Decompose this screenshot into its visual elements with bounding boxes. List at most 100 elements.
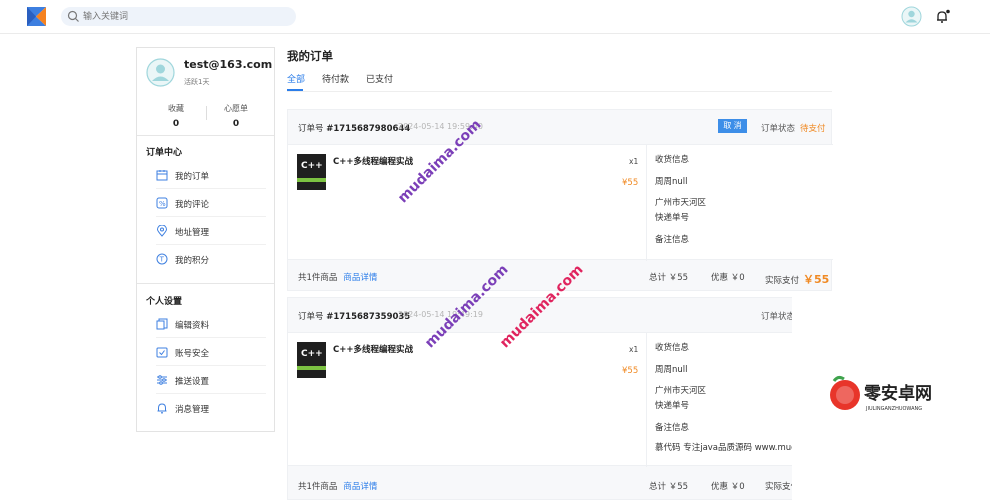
- shield-icon: [156, 347, 168, 358]
- order-center-title: 订单中心: [146, 148, 183, 158]
- recipient-name: 周周null: [655, 365, 688, 375]
- sidebar-item-messages[interactable]: 消息管理: [156, 394, 266, 422]
- order-status-label: 订单状态: [761, 124, 796, 134]
- search-box[interactable]: [61, 7, 296, 26]
- column-divider: [646, 145, 647, 261]
- order-discount: 优惠 ￥0: [711, 273, 745, 283]
- sliders-icon: [157, 375, 167, 385]
- active-tab-indicator: [287, 89, 303, 91]
- page-title: 我的订单: [287, 49, 333, 63]
- location-icon: [156, 225, 168, 237]
- cover-stripe: [297, 178, 326, 182]
- sidebar-item-my-orders[interactable]: 我的订单: [156, 161, 266, 189]
- stat-label: 收藏: [168, 104, 184, 113]
- product-quantity: x1: [629, 345, 639, 354]
- cover-mark: C++: [301, 349, 323, 359]
- item-count: 共1件商品 商品详情: [298, 480, 377, 492]
- stat-favorites[interactable]: 收藏 0: [146, 103, 206, 129]
- points-icon: T: [156, 253, 168, 265]
- tab-all[interactable]: 全部: [287, 72, 305, 85]
- remark-label: 备注信息: [655, 235, 690, 245]
- sidebar-item-label: 我的评论: [175, 200, 210, 210]
- cancel-order-button[interactable]: 取 消: [718, 119, 747, 133]
- notification-bell-icon[interactable]: [935, 9, 950, 24]
- stat-value: 0: [172, 119, 180, 129]
- sidebar-item-my-comments[interactable]: % 我的评论: [156, 189, 266, 217]
- item-count-text: 共1件商品: [298, 482, 338, 492]
- tracking-number-label: 快递单号: [655, 213, 690, 223]
- section-divider: [137, 135, 274, 136]
- item-count-text: 共1件商品: [298, 273, 338, 283]
- shipping-info-title: 收货信息: [655, 343, 690, 353]
- search-input[interactable]: [83, 8, 283, 25]
- profile-avatar-icon: [146, 58, 175, 87]
- user-avatar-icon[interactable]: [901, 6, 922, 27]
- order-body: C++ C++多线程编程实战 x1 ¥55 收货信息 周周null 广州市天河区…: [288, 332, 838, 467]
- calendar-icon: [156, 170, 168, 181]
- sidebar-item-label: 我的积分: [175, 256, 210, 266]
- bell-icon: [157, 403, 167, 414]
- order-number: 订单号 #1715687359035: [298, 310, 410, 322]
- brand-watermark: 零安卓网 JIULINGANZHUOWANG: [826, 373, 951, 421]
- order-card: 订单号 #1715687359035 2024-05-14 19:49:19 订…: [287, 297, 838, 500]
- sidebar-item-label: 地址管理: [175, 228, 210, 238]
- product-quantity: x1: [629, 157, 639, 166]
- user-sidebar: test@163.com 活跃1天 收藏 0 心愿单 0 订单中心 我的订单 %…: [136, 47, 275, 432]
- product-detail-link[interactable]: 商品详情: [343, 273, 377, 283]
- order-body: C++ C++多线程编程实战 x1 ¥55 收货信息 周周null 广州市天河区…: [288, 144, 833, 261]
- product-detail-link[interactable]: 商品详情: [343, 482, 377, 492]
- svg-text:%: %: [159, 200, 166, 208]
- product-price: ¥55: [622, 366, 639, 376]
- order-status-value: 待支付: [800, 124, 826, 134]
- sidebar-item-label: 账号安全: [175, 349, 210, 359]
- product-name[interactable]: C++多线程编程实战: [333, 155, 413, 167]
- cover-mark: C++: [301, 161, 323, 171]
- order-number-label: 订单号: [298, 124, 324, 134]
- actual-payment: 实际支付 ￥55: [765, 271, 829, 287]
- search-icon: [67, 10, 79, 22]
- actual-payment-label: 实际支付: [765, 276, 800, 286]
- brand-logo-icon: [830, 375, 860, 410]
- recipient-name: 周周null: [655, 177, 688, 187]
- product-thumbnail[interactable]: C++: [297, 342, 326, 378]
- app-logo-icon[interactable]: [27, 7, 46, 26]
- stat-wishlist[interactable]: 心愿单 0: [206, 103, 266, 129]
- sidebar-item-account-security[interactable]: 账号安全: [156, 338, 266, 366]
- order-tabs: 全部 待付款 已支付: [287, 70, 832, 92]
- sidebar-item-address[interactable]: 地址管理: [156, 217, 266, 245]
- sidebar-item-label: 编辑资料: [175, 321, 210, 331]
- sidebar-item-points[interactable]: T 我的积分: [156, 245, 266, 273]
- order-status-label: 订单状态: [761, 312, 796, 322]
- shipping-info-title: 收货信息: [655, 155, 690, 165]
- product-thumbnail[interactable]: C++: [297, 154, 326, 190]
- sidebar-item-label: 我的订单: [175, 172, 210, 182]
- order-number-label: 订单号: [298, 312, 324, 322]
- profile-level: 活跃1天: [184, 78, 210, 86]
- brand-name: 零安卓网: [864, 384, 932, 404]
- tab-pending-payment[interactable]: 待付款: [322, 72, 349, 85]
- recipient-address: 广州市天河区: [655, 198, 707, 208]
- tab-paid[interactable]: 已支付: [366, 72, 393, 85]
- svg-text:T: T: [159, 256, 165, 264]
- profile-email: test@163.com: [184, 58, 273, 71]
- order-total: 总计 ￥55: [649, 482, 689, 492]
- cover-stripe: [297, 366, 326, 370]
- brand-subtitle: JIULINGANZHUOWANG: [866, 406, 923, 412]
- remark-label: 备注信息: [655, 423, 690, 433]
- top-header: [0, 0, 990, 34]
- sidebar-item-label: 推送设置: [175, 377, 210, 387]
- section-divider: [137, 283, 274, 284]
- order-card: 订单号 #1715687980644 2024-05-14 19:59:40 取…: [287, 109, 833, 291]
- sidebar-item-push-settings[interactable]: 推送设置: [156, 366, 266, 394]
- stat-label: 心愿单: [224, 104, 248, 113]
- product-price: ¥55: [622, 178, 639, 188]
- product-name[interactable]: C++多线程编程实战: [333, 343, 413, 355]
- actual-payment-value: ￥55: [803, 273, 830, 286]
- recipient-address: 广州市天河区: [655, 386, 707, 396]
- item-count: 共1件商品 商品详情: [298, 271, 377, 283]
- sidebar-item-label: 消息管理: [175, 405, 210, 415]
- column-divider: [646, 333, 647, 467]
- order-footer: 共1件商品 商品详情 总计 ￥55 优惠 ￥0 实际支付: [288, 470, 833, 500]
- sidebar-item-edit-profile[interactable]: 编辑资料: [156, 310, 266, 338]
- order-discount: 优惠 ￥0: [711, 482, 745, 492]
